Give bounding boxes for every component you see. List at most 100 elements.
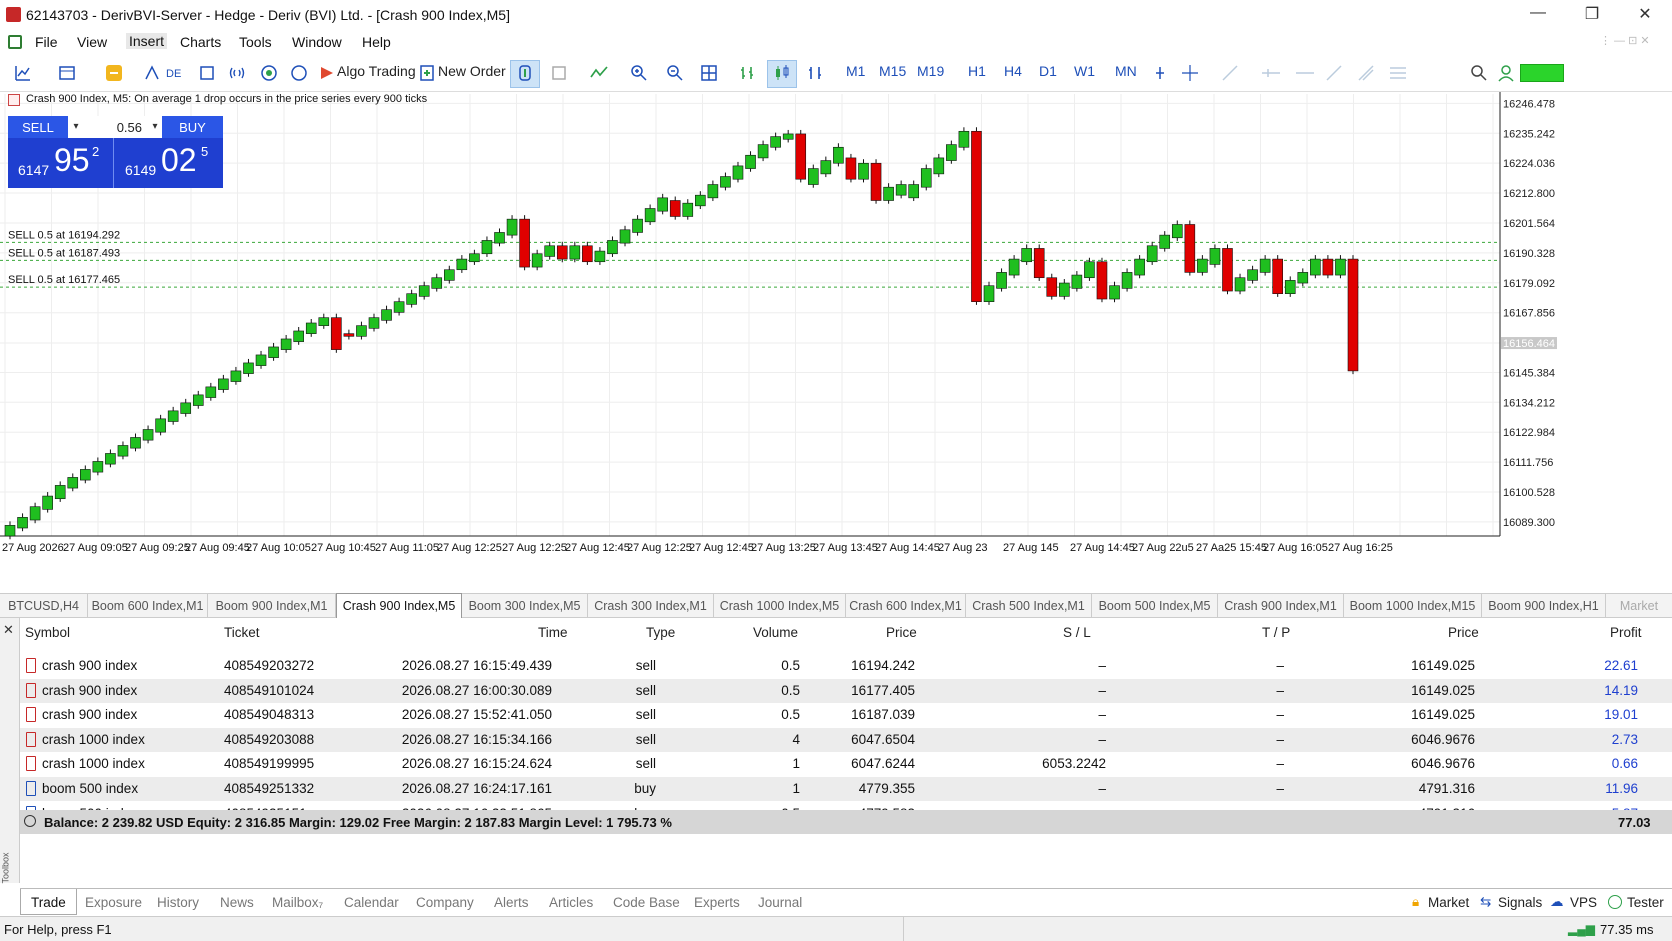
candle[interactable] — [331, 317, 342, 350]
volume-down-button[interactable]: ▾ — [68, 116, 84, 138]
account-icon[interactable] — [1497, 64, 1515, 82]
mdi-controls[interactable]: ⋮ — ⊡ ✕ — [1600, 34, 1650, 47]
candle[interactable] — [1247, 269, 1258, 281]
timeframe-h1[interactable]: H1 — [968, 63, 986, 83]
algo-trading-button[interactable]: Algo Trading — [337, 63, 416, 83]
candle[interactable] — [1059, 282, 1070, 297]
menu-file[interactable]: File — [35, 34, 58, 50]
candle[interactable] — [1071, 274, 1083, 289]
candle[interactable] — [582, 245, 593, 263]
candle[interactable] — [469, 253, 480, 263]
signals-toolbar-icon[interactable] — [228, 64, 246, 82]
price-chart[interactable]: 16246.478 16235.242 16224.036 16212.800 1620… — [0, 92, 1672, 590]
tab-btcusd-h4[interactable]: BTCUSD,H4 — [0, 594, 88, 618]
signals-link[interactable]: Signals — [1498, 895, 1542, 910]
candle[interactable] — [908, 184, 920, 199]
candle[interactable] — [431, 277, 443, 289]
candle[interactable] — [192, 394, 204, 406]
candle[interactable] — [745, 154, 756, 169]
search-icon[interactable] — [1470, 64, 1488, 82]
candle[interactable] — [343, 333, 355, 337]
volume-up-button[interactable]: ▾ — [148, 116, 162, 138]
candle[interactable] — [318, 317, 330, 326]
candle[interactable] — [569, 245, 581, 260]
candle[interactable] — [983, 285, 995, 302]
tab-crash-1000-m5[interactable]: Crash 1000 Index,M5 — [714, 594, 846, 618]
candle[interactable] — [1234, 277, 1246, 292]
candle[interactable] — [695, 194, 706, 207]
algo-trading-icon[interactable] — [318, 64, 336, 82]
candle[interactable] — [1084, 261, 1095, 279]
chart-window[interactable]: 16246.478 16235.242 16224.036 16212.800 1620… — [0, 92, 1672, 590]
tab-crash-300-m1[interactable]: Crash 300 Index,M1 — [588, 594, 714, 618]
candle[interactable] — [531, 253, 543, 268]
candle[interactable] — [255, 354, 267, 366]
indicators-icon[interactable] — [590, 64, 608, 82]
candle[interactable] — [594, 250, 606, 263]
col-ticket[interactable]: Ticket — [224, 625, 260, 640]
timeframe-m19[interactable]: M19 — [917, 63, 944, 83]
candle[interactable] — [1033, 248, 1045, 279]
candle[interactable] — [644, 208, 656, 223]
tab-journal[interactable]: Journal — [758, 895, 802, 910]
candle[interactable] — [707, 184, 719, 199]
candle[interactable] — [757, 144, 769, 159]
candle[interactable] — [933, 157, 945, 175]
new-order-button[interactable]: New Order — [438, 63, 506, 83]
fibonacci-icon[interactable] — [1357, 64, 1375, 82]
col-volume[interactable]: Volume — [753, 625, 798, 640]
tab-history[interactable]: History — [157, 895, 199, 910]
menu-help[interactable]: Help — [362, 34, 391, 50]
equidistant-channel-icon[interactable] — [1325, 64, 1343, 82]
candle[interactable] — [1209, 248, 1221, 265]
candle[interactable] — [356, 325, 367, 337]
table-row[interactable]: boom 500 index 408549251332 2026.08.27 16:… — [20, 777, 1672, 801]
candle[interactable] — [381, 309, 392, 321]
tab-trade[interactable]: Trade — [20, 889, 77, 915]
table-row[interactable]: crash 1000 index 408549199995 2026.08.27 1… — [20, 752, 1672, 776]
candle[interactable] — [1008, 258, 1020, 276]
candle[interactable] — [167, 410, 179, 422]
tab-crash-600-m1[interactable]: Crash 600 Index,M1 — [846, 594, 966, 618]
candle[interactable] — [268, 346, 279, 358]
candle[interactable] — [1335, 258, 1346, 276]
candle[interactable] — [996, 272, 1007, 289]
candle[interactable] — [669, 200, 681, 217]
tab-crash-900-m5[interactable]: Crash 900 Index,M5 — [336, 593, 462, 619]
candle[interactable] — [1096, 261, 1108, 300]
candle[interactable] — [544, 245, 556, 257]
tab-boom-500-m5[interactable]: Boom 500 Index,M5 — [1092, 594, 1218, 618]
new-order-icon[interactable] — [418, 64, 436, 82]
candle[interactable] — [1297, 272, 1309, 284]
tab-experts[interactable]: Experts — [694, 895, 740, 910]
candle[interactable] — [732, 165, 744, 180]
candle[interactable] — [883, 186, 894, 201]
candle[interactable] — [795, 133, 807, 180]
tab-boom-300-m5[interactable]: Boom 300 Index,M5 — [462, 594, 588, 618]
candle[interactable] — [657, 197, 668, 212]
candle[interactable] — [946, 144, 957, 161]
timeframe-mn[interactable]: MN — [1115, 63, 1137, 83]
candle[interactable] — [105, 453, 116, 465]
candle[interactable] — [720, 176, 731, 188]
tester-link[interactable]: Tester — [1627, 895, 1664, 910]
vertical-line-icon[interactable] — [1296, 64, 1314, 82]
candle[interactable] — [1197, 258, 1208, 273]
sell-price[interactable]: 6147 95 2 — [8, 138, 114, 188]
candle[interactable] — [632, 218, 643, 233]
candle[interactable] — [506, 218, 518, 236]
timeframe-h4[interactable]: H4 — [1004, 63, 1022, 83]
col-sl[interactable]: S / L — [1063, 625, 1091, 640]
table-row[interactable]: crash 900 index 408549048313 2026.08.27 15… — [20, 703, 1672, 727]
candle[interactable] — [1222, 248, 1233, 292]
volume-input[interactable]: 0.56 — [84, 116, 148, 138]
tab-mailbox[interactable]: Mailbox₇ — [272, 895, 323, 910]
candle[interactable] — [1171, 224, 1183, 239]
candle[interactable] — [443, 269, 455, 281]
vps-link[interactable]: VPS — [1570, 895, 1597, 910]
tab-exposure[interactable]: Exposure — [85, 895, 142, 910]
tab-boom-900-h1[interactable]: Boom 900 Index,H1 — [1482, 594, 1606, 618]
candle[interactable] — [80, 469, 91, 481]
trendline-icon[interactable] — [1221, 64, 1239, 82]
profiles-icon[interactable] — [58, 64, 76, 82]
